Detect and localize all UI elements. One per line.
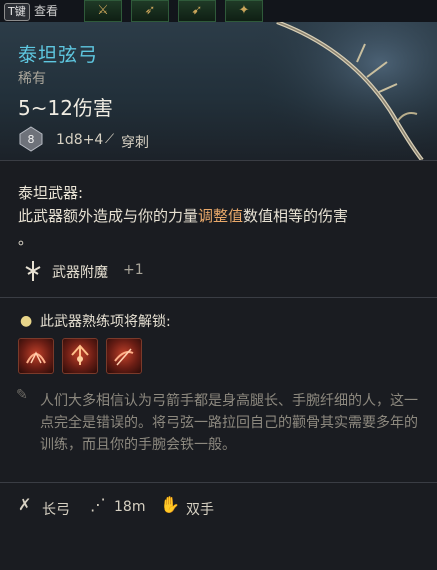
item-tooltip: 泰坦弦弓 稀有 5~12伤害 8 1d8+4 ⟋ 穿刺 泰坦武器: 此武器额外造… — [0, 22, 437, 570]
enchantment-label: 武器附魔 — [52, 265, 108, 281]
section-divider — [0, 160, 437, 161]
longbow-type-icon: ✗ — [18, 495, 32, 514]
hotbar: T键 查看 ⚔ ➶ ➹ ✦ — [0, 0, 437, 22]
ability-icon-1 — [26, 351, 46, 364]
highlight-term: 调整值 — [198, 207, 244, 225]
weapon-range: 18m — [114, 499, 146, 515]
keyhole-icon: ● — [20, 313, 33, 329]
two-handed-icon: ✋ — [160, 495, 180, 514]
staff-slot-icon: ✦ — [238, 3, 250, 18]
weapon-action-slot[interactable] — [62, 338, 98, 374]
item-lore-text: 人们大多相信认为弓箭手都是身高腿长、手腕纤细的人，这一点完全是错误的。将弓弦一路… — [40, 393, 418, 453]
range-icon: ⋰ — [90, 495, 106, 514]
bow-slot-icon: ➶ — [144, 3, 156, 18]
hotbar-slot[interactable]: ➶ — [131, 0, 169, 22]
examine-action-label: 查看 — [34, 4, 59, 18]
section-divider — [0, 297, 437, 298]
enchantment-icon — [25, 261, 41, 281]
weapon-type: 长弓 — [42, 502, 70, 518]
examine-key-badge: T键 — [4, 3, 30, 21]
piercing-icon: ⟋ — [105, 132, 115, 147]
enchantment-bonus: +1 — [123, 262, 144, 278]
hotbar-slot[interactable]: ⚔ — [84, 0, 122, 22]
item-damage: 5~12伤害 — [18, 96, 113, 120]
item-name: 泰坦弦弓 — [18, 44, 99, 66]
hotbar-slot[interactable]: ➹ — [178, 0, 216, 22]
arrow-slot-icon: ➹ — [191, 3, 203, 18]
ability-icon-3 — [114, 348, 134, 366]
d8-dice-icon: 8 — [19, 126, 43, 152]
weapon-property-description: 此武器额外造成与你的力量调整值数值相等的伤害。 — [18, 207, 349, 248]
tooltip-header: 泰坦弦弓 稀有 5~12伤害 8 1d8+4 ⟋ 穿刺 — [0, 22, 437, 160]
svg-text:8: 8 — [28, 133, 35, 146]
quill-icon: ✎ — [16, 387, 28, 403]
weapon-action-slot[interactable] — [106, 338, 142, 374]
damage-type: 穿刺 — [121, 135, 149, 151]
ability-icon-2 — [71, 344, 89, 365]
hotbar-slot[interactable]: ✦ — [225, 0, 263, 22]
weapon-property-title: 泰坦武器: — [18, 184, 84, 202]
sword-slot-icon: ⚔ — [97, 3, 109, 18]
weapon-action-slot[interactable] — [18, 338, 54, 374]
damage-dice-roll: 1d8+4 — [56, 132, 104, 148]
proficiency-unlock-label: 此武器熟练项将解锁: — [40, 314, 171, 330]
longbow-illustration — [247, 22, 437, 160]
weapon-handedness: 双手 — [186, 502, 214, 518]
section-divider — [0, 482, 437, 483]
item-rarity: 稀有 — [18, 71, 46, 87]
